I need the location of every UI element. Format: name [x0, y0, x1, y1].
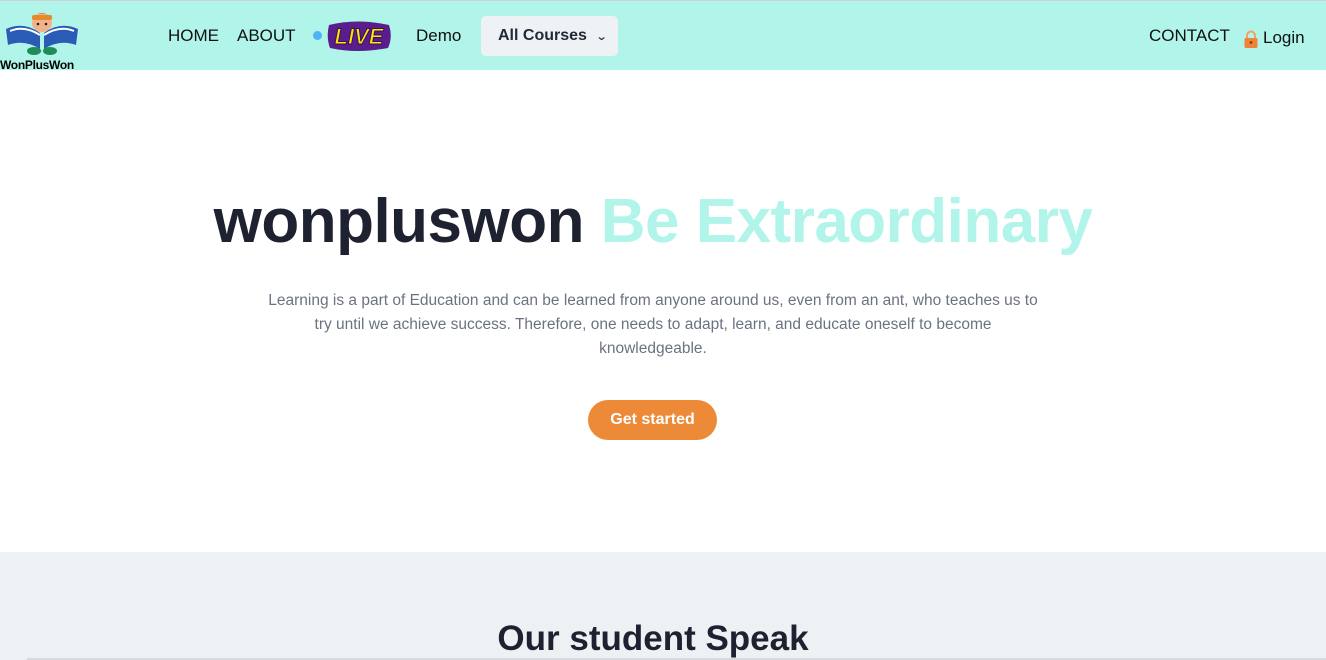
testimonials-title: Our student Speak: [497, 619, 809, 658]
live-logo: LIVE: [327, 21, 391, 51]
lock-icon: [1244, 30, 1258, 48]
brand-name: WonPlusWon: [0, 58, 74, 72]
nav-demo-link[interactable]: Demo: [416, 26, 461, 46]
hero-description: Learning is a part of Education and can …: [268, 292, 1038, 357]
nav-login-link[interactable]: Login: [1243, 26, 1305, 49]
navbar: WonPlusWon HOME ABOUT LIVE Demo All Cour…: [0, 0, 1326, 72]
nav-contact-link[interactable]: CONTACT: [1149, 26, 1230, 46]
all-courses-dropdown[interactable]: All Courses ⌄: [481, 16, 618, 56]
all-courses-label: All Courses: [498, 27, 587, 44]
nav-home-link[interactable]: HOME: [168, 26, 219, 46]
hero-title-accent: Be Extraordinary: [600, 187, 1093, 256]
svg-text:LIVE: LIVE: [335, 24, 385, 49]
nav-about-link[interactable]: ABOUT: [237, 26, 296, 46]
chevron-down-icon: ⌄: [595, 30, 608, 43]
get-started-button[interactable]: Get started: [588, 400, 717, 440]
nav-live-link[interactable]: LIVE: [313, 19, 393, 53]
login-label: Login: [1263, 27, 1305, 47]
brand-logo[interactable]: WonPlusWon: [0, 5, 80, 72]
hero-title: wonpluswon Be Extraordinary: [0, 186, 1306, 257]
hero-title-main: wonpluswon: [213, 187, 585, 256]
boy-reading-book-icon: [6, 13, 78, 55]
